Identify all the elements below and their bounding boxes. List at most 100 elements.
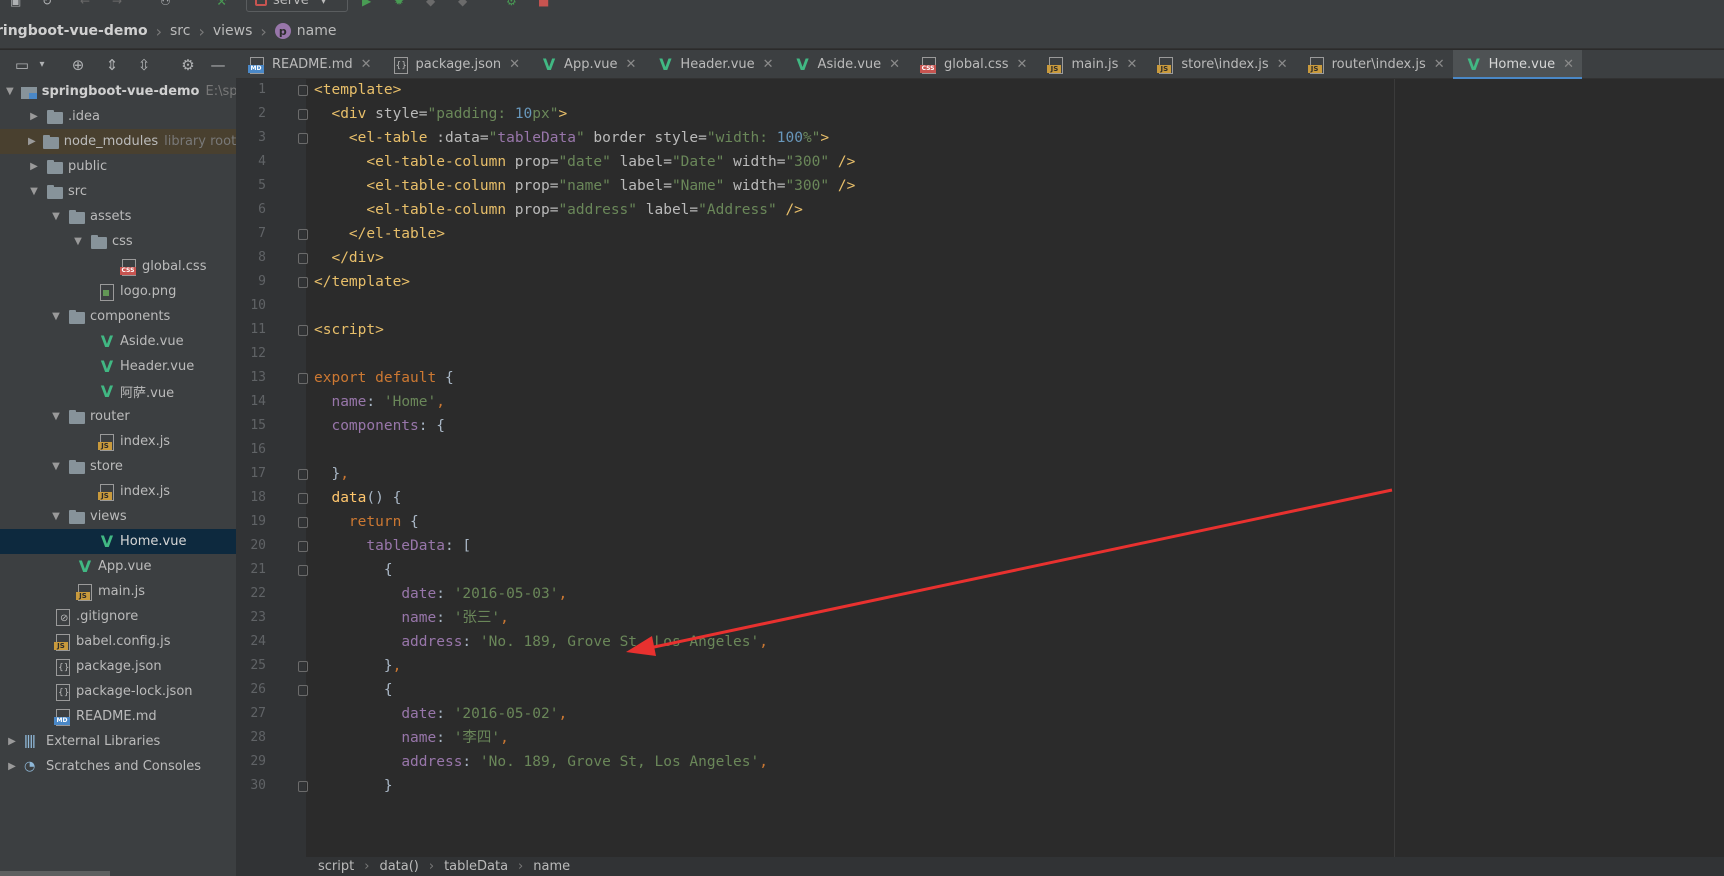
tree-item-logo-png[interactable]: logo.png: [0, 279, 236, 304]
chevron-right-icon[interactable]: ▶: [28, 111, 40, 123]
code-line[interactable]: 19 return {: [236, 510, 1724, 534]
code-line[interactable]: 29 address: 'No. 189, Grove St, Los Ange…: [236, 750, 1724, 774]
tab-store-index-js[interactable]: store\index.js ✕: [1145, 50, 1295, 79]
code-line[interactable]: 23 name: '张三',: [236, 606, 1724, 630]
chevron-down-icon[interactable]: ▼: [50, 511, 62, 523]
tab-global-css[interactable]: global.css ✕: [908, 50, 1035, 79]
fold-marker-icon[interactable]: [298, 277, 308, 288]
tree-item-babel-config-js[interactable]: babel.config.js: [0, 629, 236, 654]
tree-item-router[interactable]: ▼ router: [0, 404, 236, 429]
chevron-right-icon[interactable]: ▶: [6, 736, 18, 748]
close-icon[interactable]: ✕: [1277, 57, 1288, 72]
code-line[interactable]: 15 components: {: [236, 414, 1724, 438]
fold-marker-icon[interactable]: [298, 109, 308, 120]
fold-marker-icon[interactable]: [298, 85, 308, 96]
code-line[interactable]: 18 data() {: [236, 486, 1724, 510]
chevron-down-icon[interactable]: ▼: [50, 311, 62, 323]
coverage-icon[interactable]: ◆: [426, 0, 444, 8]
chevron-down-icon[interactable]: ▼: [50, 211, 62, 223]
code-line[interactable]: 13 export default {: [236, 366, 1724, 390]
debug-icon[interactable]: ✹: [394, 0, 412, 8]
code-line[interactable]: 22 date: '2016-05-03',: [236, 582, 1724, 606]
code-line[interactable]: 7 </el-table>: [236, 222, 1724, 246]
tree-item-store-index-js[interactable]: index.js: [0, 479, 236, 504]
code-line[interactable]: 16: [236, 438, 1724, 462]
breadcrumb-tabledata[interactable]: tableData: [444, 859, 508, 874]
chevron-down-icon[interactable]: ▼: [72, 236, 84, 248]
fold-marker-icon[interactable]: [298, 469, 308, 480]
tree-item-router-index-js[interactable]: index.js: [0, 429, 236, 454]
code-line[interactable]: 25 },: [236, 654, 1724, 678]
fold-marker-icon[interactable]: [298, 253, 308, 264]
code-line[interactable]: 21 {: [236, 558, 1724, 582]
tree-item-package-lock-json[interactable]: package-lock.json: [0, 679, 236, 704]
tree-item-main-js[interactable]: main.js: [0, 579, 236, 604]
tree-item-asa-vue[interactable]: V 阿萨.vue: [0, 379, 236, 404]
tree-item-global-css[interactable]: global.css: [0, 254, 236, 279]
forward-icon[interactable]: →: [112, 0, 130, 8]
tree-item-gitignore[interactable]: .gitignore: [0, 604, 236, 629]
code-line[interactable]: 1 <template>: [236, 79, 1724, 102]
tree-item-public[interactable]: ▶ public: [0, 154, 236, 179]
fold-marker-icon[interactable]: [298, 133, 308, 144]
sync-icon[interactable]: ↻: [42, 0, 60, 8]
chevron-down-icon[interactable]: ▼: [6, 86, 14, 98]
fold-marker-icon[interactable]: [298, 781, 308, 792]
code-line[interactable]: 10: [236, 294, 1724, 318]
breadcrumb-project[interactable]: ringboot-vue-demo: [0, 23, 156, 39]
fold-marker-icon[interactable]: [298, 541, 308, 552]
fold-marker-icon[interactable]: [298, 517, 308, 528]
tree-item-src[interactable]: ▼ src: [0, 179, 236, 204]
tree-item-idea[interactable]: ▶ .idea: [0, 104, 236, 129]
breadcrumb-name[interactable]: name: [533, 859, 570, 874]
code-line[interactable]: 4 <el-table-column prop="date" label="Da…: [236, 150, 1724, 174]
run-icon[interactable]: ▶: [362, 0, 380, 8]
tree-item-components[interactable]: ▼ components: [0, 304, 236, 329]
code-editor[interactable]: 1 <template> 2 <div style="padding: 10px">…: [236, 79, 1724, 857]
tree-item-node-modules[interactable]: ▶ node_modules library root: [0, 129, 236, 154]
tree-item-home-vue[interactable]: V Home.vue: [0, 529, 236, 554]
code-line[interactable]: 9 </template>: [236, 270, 1724, 294]
close-icon[interactable]: ✕: [361, 57, 372, 72]
profile-icon[interactable]: ◆: [458, 0, 476, 8]
tree-item-aside-vue[interactable]: V Aside.vue: [0, 329, 236, 354]
breadcrumb-views[interactable]: views: [213, 23, 261, 39]
locate-icon[interactable]: ⊕: [70, 57, 86, 73]
code-line[interactable]: 17 },: [236, 462, 1724, 486]
close-icon[interactable]: ✕: [1126, 57, 1137, 72]
fold-marker-icon[interactable]: [298, 229, 308, 240]
build-icon[interactable]: ⚒: [216, 0, 234, 8]
tree-item-css[interactable]: ▼ css: [0, 229, 236, 254]
tree-item-scratches[interactable]: ▶ ◔ Scratches and Consoles: [0, 754, 236, 779]
chevron-down-icon[interactable]: ▼: [50, 411, 62, 423]
expand-all-icon[interactable]: ⇕: [104, 57, 120, 73]
tab-home-vue[interactable]: V Home.vue ✕: [1452, 50, 1583, 80]
code-line[interactable]: 28 name: '李四',: [236, 726, 1724, 750]
code-line[interactable]: 12: [236, 342, 1724, 366]
attach-debugger-icon[interactable]: ⚙: [506, 0, 524, 8]
close-icon[interactable]: ✕: [509, 57, 520, 72]
tab-main-js[interactable]: main.js ✕: [1035, 50, 1145, 79]
chevron-down-icon[interactable]: ▼: [28, 186, 40, 198]
close-icon[interactable]: ✕: [1434, 57, 1445, 72]
tab-header-vue[interactable]: V Header.vue ✕: [644, 50, 781, 79]
chevron-down-icon[interactable]: ▾: [34, 57, 50, 73]
code-line[interactable]: 3 <el-table :data="tableData" border sty…: [236, 126, 1724, 150]
vcs-icon[interactable]: ⚇: [160, 0, 178, 8]
back-icon[interactable]: ←: [80, 0, 98, 8]
horizontal-scrollbar[interactable]: [0, 871, 110, 876]
tab-router-index-js[interactable]: router\index.js ✕: [1296, 50, 1453, 79]
tree-item-package-json[interactable]: package.json: [0, 654, 236, 679]
tab-readme-md[interactable]: README.md ✕: [236, 50, 380, 79]
fold-marker-icon[interactable]: [298, 493, 308, 504]
tree-item-external-libraries[interactable]: ▶ ǁǁ External Libraries: [0, 729, 236, 754]
fold-marker-icon[interactable]: [298, 565, 308, 576]
tree-item-header-vue[interactable]: V Header.vue: [0, 354, 236, 379]
tree-item-assets[interactable]: ▼ assets: [0, 204, 236, 229]
close-icon[interactable]: ✕: [889, 57, 900, 72]
project-view-icon[interactable]: ▭: [14, 57, 30, 73]
close-icon[interactable]: ✕: [1017, 57, 1028, 72]
collapse-all-icon[interactable]: ⇳: [136, 57, 152, 73]
run-configuration-selector[interactable]: serve ▾: [246, 0, 348, 12]
tree-item-store[interactable]: ▼ store: [0, 454, 236, 479]
